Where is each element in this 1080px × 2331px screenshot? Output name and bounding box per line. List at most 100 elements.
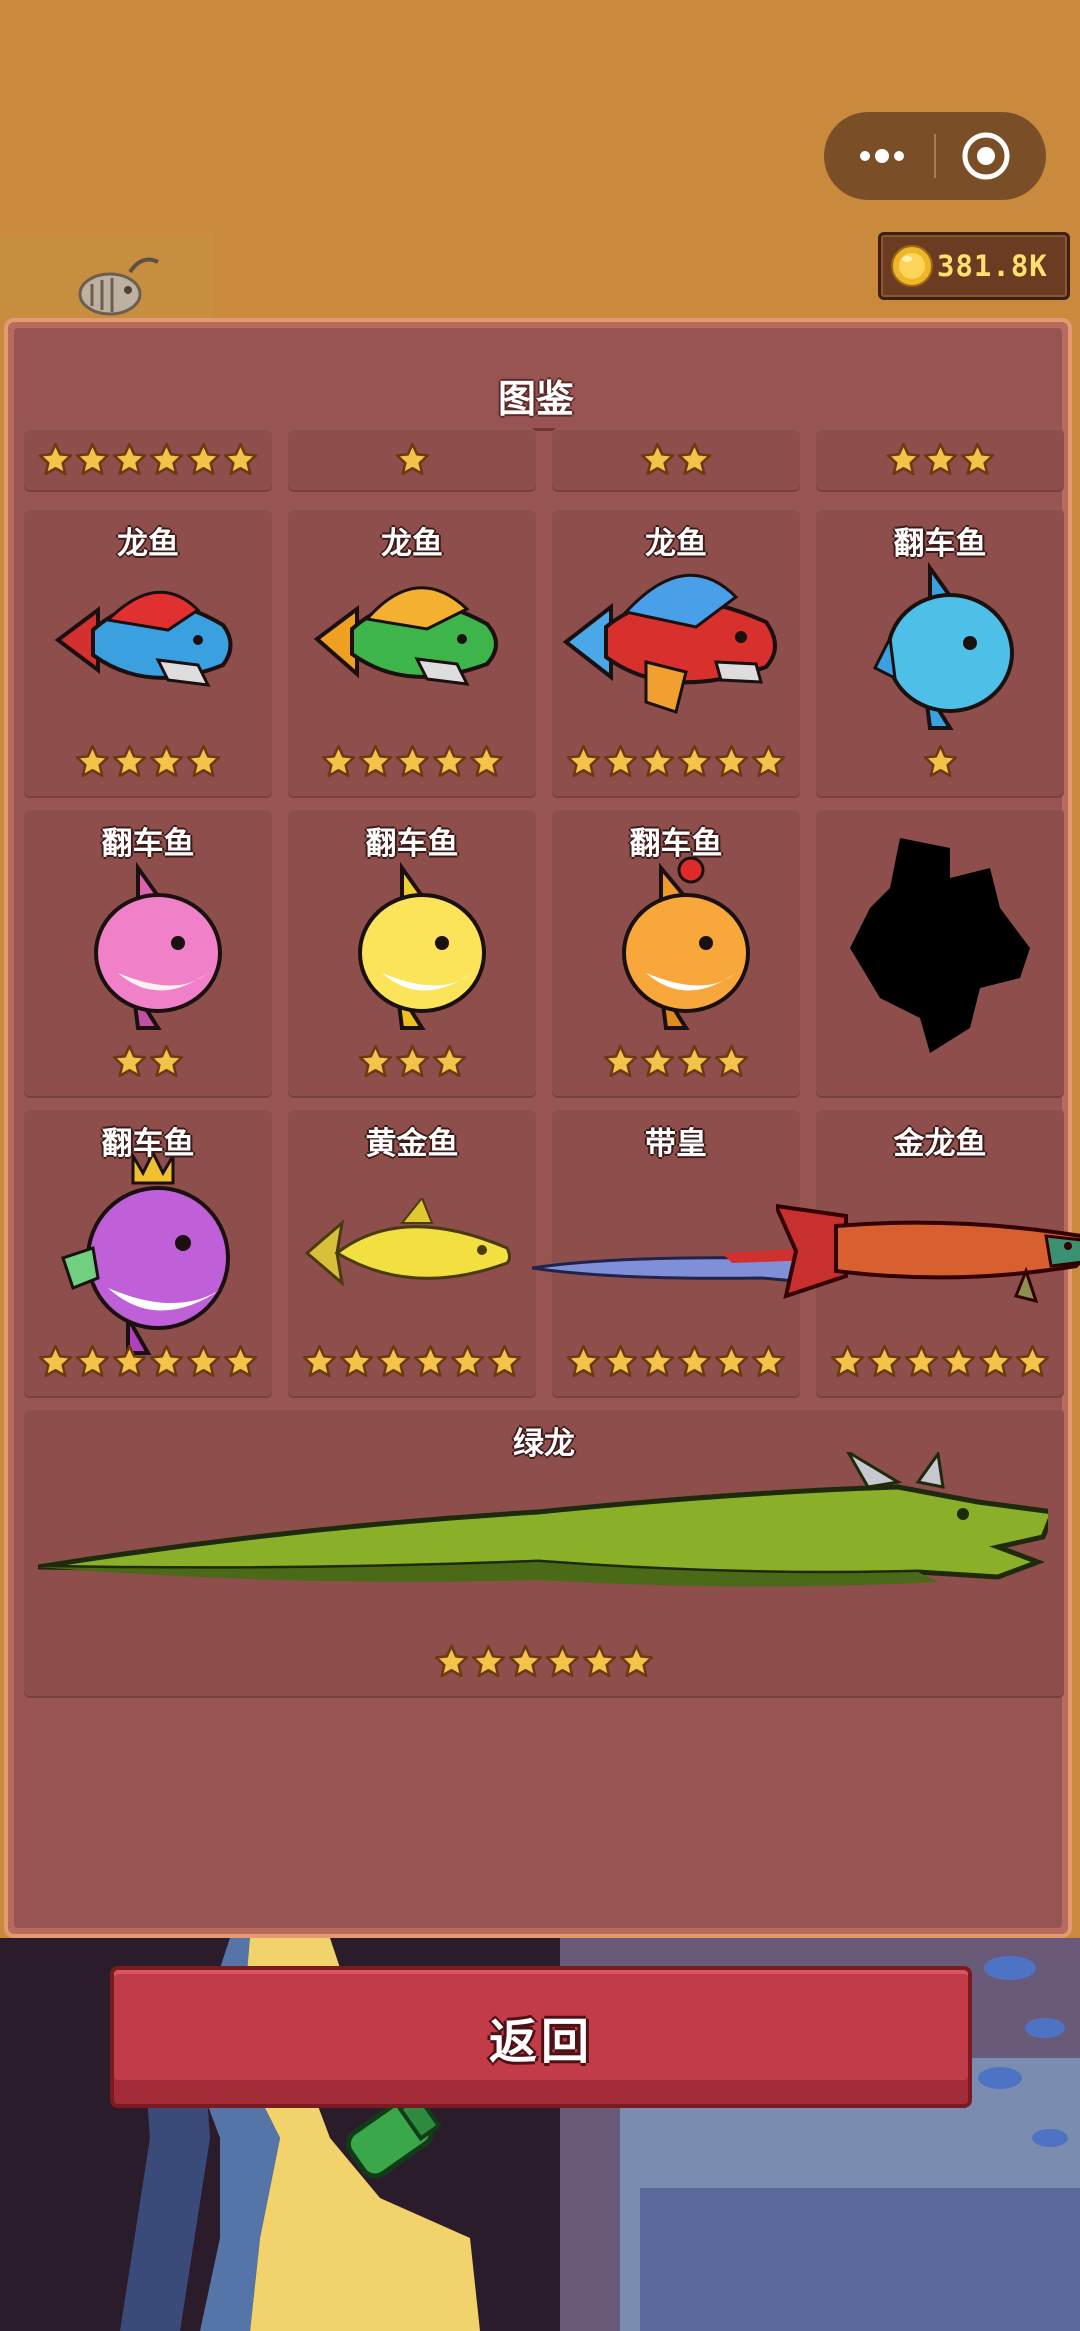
star-icon bbox=[186, 1344, 221, 1378]
star-icon bbox=[640, 1344, 675, 1378]
collection-panel-inner: 图鉴 龙鱼 龙鱼 龙鱼 翻车鱼 翻车鱼 翻车鱼 翻车鱼 翻车鱼 黄金鱼 带皇 金龙鱼 绿龙 bbox=[14, 328, 1080, 1928]
star-rating bbox=[552, 744, 800, 779]
fish-name: 翻车鱼 bbox=[629, 826, 723, 862]
star-icon bbox=[619, 1644, 654, 1678]
star-icon bbox=[677, 442, 712, 476]
collection-cell[interactable] bbox=[552, 428, 800, 492]
star-rating bbox=[24, 1044, 272, 1079]
star-icon bbox=[960, 442, 994, 476]
fish-bone-hook-icon bbox=[78, 257, 159, 316]
return-button[interactable]: 返回 bbox=[110, 1966, 972, 2108]
star-icon bbox=[302, 1344, 337, 1378]
star-icon bbox=[603, 1044, 638, 1078]
star-icon bbox=[867, 1344, 902, 1378]
star-icon bbox=[566, 1344, 601, 1378]
fish-name: 翻车鱼 bbox=[893, 526, 987, 562]
star-rating bbox=[552, 1344, 800, 1379]
star-icon bbox=[358, 744, 392, 778]
dragon-fish-red-blue-image bbox=[48, 570, 248, 714]
star-icon bbox=[751, 744, 786, 778]
star-icon bbox=[112, 1344, 147, 1378]
coin-counter: 381.8K bbox=[878, 232, 1070, 300]
star-icon bbox=[38, 442, 73, 476]
collection-cell[interactable]: 金龙鱼 bbox=[772, 1108, 1080, 1398]
star-icon bbox=[677, 1344, 712, 1378]
collection-cell[interactable]: 翻车鱼 bbox=[24, 1108, 272, 1398]
star-rating bbox=[24, 1644, 1064, 1679]
collection-cell[interactable]: 龙鱼 bbox=[288, 508, 536, 798]
star-rating bbox=[24, 442, 272, 477]
star-icon bbox=[471, 1644, 506, 1678]
star-rating bbox=[816, 744, 1064, 779]
collection-cell[interactable]: 龙鱼 bbox=[552, 508, 800, 798]
star-icon bbox=[640, 442, 675, 476]
collection-cell[interactable]: 带皇 bbox=[531, 1108, 824, 1398]
star-icon bbox=[112, 1044, 147, 1078]
star-icon bbox=[395, 744, 429, 778]
collection-cell[interactable]: 黄金鱼 bbox=[288, 1108, 536, 1398]
fish-name: 翻车鱼 bbox=[101, 1126, 195, 1162]
dragon-fish-blue-red-image bbox=[556, 552, 796, 726]
star-icon bbox=[603, 744, 638, 778]
star-icon bbox=[714, 1044, 749, 1078]
fish-name: 翻车鱼 bbox=[365, 826, 459, 862]
coin-icon bbox=[891, 245, 933, 287]
star-rating bbox=[816, 442, 1064, 477]
collection-cell[interactable] bbox=[24, 428, 272, 492]
target-icon bbox=[962, 132, 1010, 180]
star-icon bbox=[714, 744, 749, 778]
star-icon bbox=[603, 1344, 638, 1378]
collection-cell[interactable]: 翻车鱼 bbox=[288, 808, 536, 1098]
star-icon bbox=[149, 1044, 184, 1078]
fish-name: 龙鱼 bbox=[381, 526, 443, 562]
star-icon bbox=[640, 1044, 675, 1078]
star-icon bbox=[38, 1344, 73, 1378]
fish-name: 金龙鱼 bbox=[893, 1126, 987, 1162]
star-icon bbox=[321, 744, 355, 778]
fish-name: 龙鱼 bbox=[117, 526, 179, 562]
star-icon bbox=[395, 442, 429, 476]
collection-panel: 图鉴 龙鱼 龙鱼 龙鱼 翻车鱼 翻车鱼 翻车鱼 翻车鱼 翻车鱼 黄金鱼 带皇 金龙鱼 绿龙 bbox=[4, 318, 1080, 1938]
close-mini-program-button[interactable] bbox=[956, 130, 1016, 182]
star-icon bbox=[640, 744, 675, 778]
star-icon bbox=[358, 1044, 392, 1078]
fish-name: 龙鱼 bbox=[645, 526, 707, 562]
star-icon bbox=[75, 1344, 110, 1378]
collection-cell[interactable] bbox=[816, 808, 1064, 1098]
collection-cell[interactable]: 翻车鱼 bbox=[552, 808, 800, 1098]
golden-tuna-image bbox=[302, 1196, 522, 1312]
fish-name: 翻车鱼 bbox=[101, 826, 195, 862]
star-icon bbox=[432, 1044, 466, 1078]
star-icon bbox=[75, 442, 110, 476]
collection-cell-wide[interactable]: 绿龙 bbox=[24, 1408, 1064, 1698]
star-icon bbox=[223, 442, 258, 476]
star-icon bbox=[112, 442, 147, 476]
star-icon bbox=[923, 442, 957, 476]
fish-name: 带皇 bbox=[645, 1126, 707, 1162]
star-icon bbox=[149, 744, 184, 778]
star-icon bbox=[830, 1344, 865, 1378]
star-icon bbox=[450, 1344, 485, 1378]
collection-cell[interactable] bbox=[816, 428, 1064, 492]
star-icon bbox=[149, 1344, 184, 1378]
collection-cell[interactable]: 翻车鱼 bbox=[24, 808, 272, 1098]
sunfish-purple-crown-image bbox=[48, 1148, 248, 1362]
star-icon bbox=[223, 1344, 258, 1378]
star-icon bbox=[714, 1344, 749, 1378]
star-icon bbox=[566, 744, 601, 778]
collection-cell[interactable]: 翻车鱼 bbox=[816, 508, 1064, 798]
collection-cell[interactable] bbox=[288, 428, 536, 492]
star-icon bbox=[469, 744, 503, 778]
star-rating bbox=[552, 1044, 800, 1079]
more-menu-button[interactable] bbox=[852, 134, 912, 178]
star-rating bbox=[288, 744, 536, 779]
star-icon bbox=[941, 1344, 976, 1378]
sunfish-orange-image bbox=[606, 848, 756, 1042]
fishing-tab[interactable] bbox=[0, 232, 214, 320]
collection-cell[interactable]: 龙鱼 bbox=[24, 508, 272, 798]
panel-title: 图鉴 bbox=[497, 377, 574, 421]
star-icon bbox=[413, 1344, 448, 1378]
star-icon bbox=[545, 1644, 580, 1678]
capsule-divider bbox=[934, 134, 936, 178]
dragon-fish-orange-green-image bbox=[307, 564, 517, 718]
